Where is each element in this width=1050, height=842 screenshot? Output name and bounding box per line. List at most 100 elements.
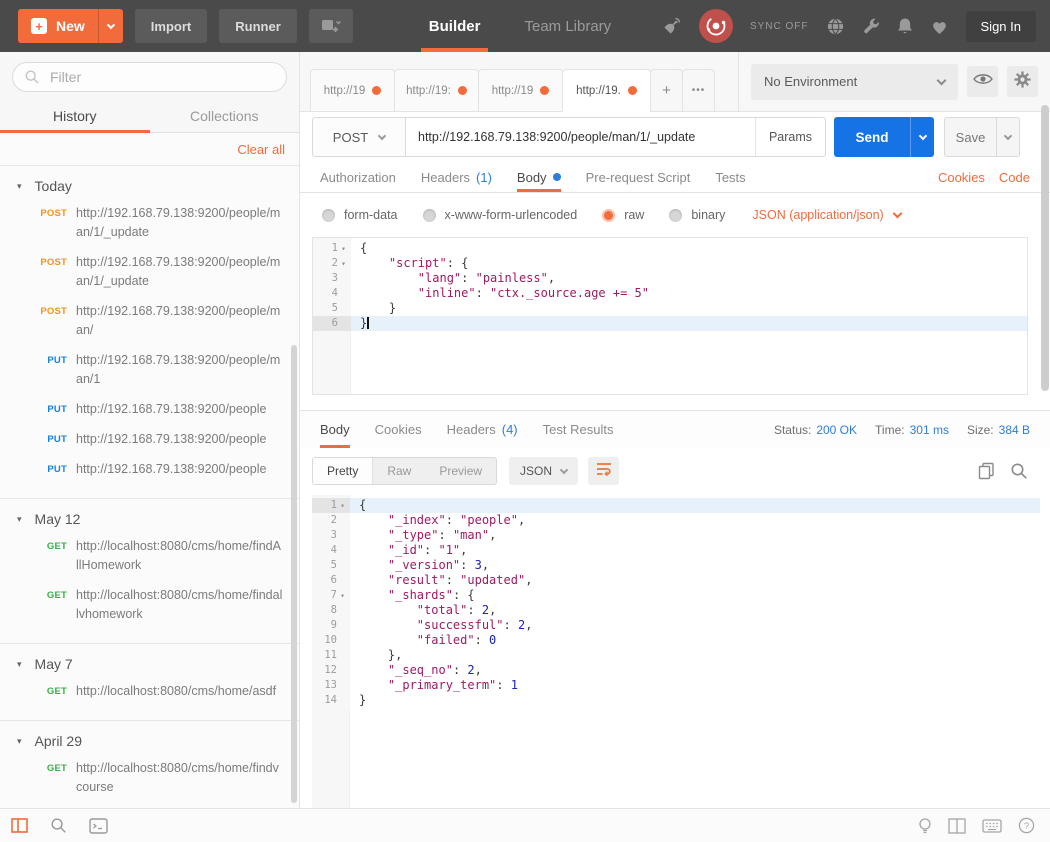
tab-team-library[interactable]: Team Library [524, 0, 611, 52]
sidebar-scrollbar[interactable] [291, 345, 297, 803]
new-window-button[interactable] [309, 9, 353, 43]
request-tab[interactable]: http://19: [394, 69, 479, 112]
code-line[interactable]: 12 "_seq_no": 2, [312, 663, 1040, 678]
request-tab-headers[interactable]: Headers(1) [421, 162, 492, 192]
history-group-header[interactable]: ▾May 7 [0, 644, 299, 677]
sign-in-button[interactable]: Sign In [966, 11, 1036, 42]
toggle-sidebar-button[interactable] [11, 818, 28, 833]
history-item[interactable]: PUThttp://192.168.79.138:9200/people [0, 425, 299, 455]
body-mode-binary[interactable]: binary [669, 208, 725, 222]
save-dropdown-arrow[interactable] [997, 117, 1020, 157]
request-tab-pre-request-script[interactable]: Pre-request Script [586, 162, 691, 192]
global-search-button[interactable] [50, 817, 67, 834]
notifications-bell-icon[interactable] [897, 17, 913, 35]
tab-collections[interactable]: Collections [150, 100, 300, 132]
code-line[interactable]: 2▾ "script": { [313, 256, 1027, 271]
code-line[interactable]: 14} [312, 693, 1040, 708]
history-item[interactable]: GEThttp://localhost:8080/cms/home/findvc… [0, 754, 299, 803]
import-button[interactable]: Import [135, 9, 207, 43]
proxy-satellite-icon[interactable] [662, 16, 682, 36]
code-line[interactable]: 10 "failed": 0 [312, 633, 1040, 648]
filter-input[interactable] [12, 62, 287, 92]
runner-button[interactable]: Runner [219, 9, 297, 43]
request-tab-body[interactable]: Body [517, 162, 561, 192]
view-mode-pretty[interactable]: Pretty [313, 458, 373, 484]
copy-response-button[interactable] [978, 462, 995, 480]
response-tab-test-results[interactable]: Test Results [543, 411, 614, 448]
code-line[interactable]: 1▾{ [313, 241, 1027, 256]
history-item[interactable]: GEThttp://localhost:8080/cms/home/findal… [0, 581, 299, 630]
clear-all-link[interactable]: Clear all [237, 142, 285, 157]
history-item[interactable]: PUThttp://192.168.79.138:9200/people [0, 455, 299, 485]
search-response-button[interactable] [1010, 462, 1028, 480]
code-line[interactable]: 8 "total": 2, [312, 603, 1040, 618]
cookies-link[interactable]: Cookies [938, 170, 985, 185]
code-line[interactable]: 11 }, [312, 648, 1040, 663]
wrench-icon[interactable] [862, 17, 880, 35]
history-item[interactable]: POSThttp://192.168.79.138:9200/people/ma… [0, 199, 299, 248]
new-button[interactable]: + New [18, 9, 123, 43]
new-dropdown-arrow[interactable] [98, 9, 123, 43]
code-line[interactable]: 4 "inline": "ctx._source.age += 5" [313, 286, 1027, 301]
code-line[interactable]: 3 "lang": "painless", [313, 271, 1027, 286]
code-line[interactable]: 6} [313, 316, 1027, 331]
request-body-editor[interactable]: 1▾{2▾ "script": {3 "lang": "painless",4 … [312, 237, 1028, 395]
method-select[interactable]: POST [312, 117, 406, 157]
more-tabs-button[interactable]: ••• [682, 69, 715, 112]
history-item[interactable]: POSThttp://192.168.79.138:9200/people/ma… [0, 297, 299, 346]
code-link[interactable]: Code [999, 170, 1030, 185]
history-item[interactable]: GEThttp://localhost:8080/cms/home/findAl… [0, 532, 299, 581]
code-line[interactable]: 9 "successful": 2, [312, 618, 1040, 633]
code-line[interactable]: 4 "_id": "1", [312, 543, 1040, 558]
environment-quicklook-button[interactable] [967, 66, 998, 97]
code-line[interactable]: 1▾{ [312, 498, 1040, 513]
main-scrollbar[interactable] [1041, 105, 1049, 391]
history-item[interactable]: GEThttp://localhost:8080/cms/home/asdf [0, 677, 299, 707]
body-mode-form-data[interactable]: form-data [322, 208, 398, 222]
url-input[interactable] [406, 118, 755, 156]
history-item[interactable]: PUThttp://192.168.79.138:9200/people/man… [0, 346, 299, 395]
code-line[interactable]: 6 "result": "updated", [312, 573, 1040, 588]
body-mode-x-www-form-urlencoded[interactable]: x-www-form-urlencoded [423, 208, 578, 222]
response-tab-body[interactable]: Body [320, 411, 350, 448]
add-tab-button[interactable]: + [650, 69, 683, 112]
history-group-header[interactable]: ▾Today [0, 166, 299, 199]
console-button[interactable] [89, 818, 108, 834]
request-tab-authorization[interactable]: Authorization [320, 162, 396, 192]
code-line[interactable]: 5 } [313, 301, 1027, 316]
code-line[interactable]: 2 "_index": "people", [312, 513, 1040, 528]
globe-icon[interactable] [826, 17, 845, 36]
request-tab[interactable]: http://19 [478, 69, 563, 112]
response-format-select[interactable]: JSON [509, 457, 578, 485]
two-pane-view-button[interactable] [948, 818, 966, 834]
heart-icon[interactable] [930, 18, 949, 35]
history-group-header[interactable]: ▾April 29 [0, 721, 299, 754]
history-item[interactable]: POSThttp://192.168.79.138:9200/people/ma… [0, 248, 299, 297]
settings-button[interactable] [1007, 66, 1038, 97]
history-item[interactable]: PUThttp://192.168.79.138:9200/people [0, 395, 299, 425]
environment-select[interactable]: No Environment [751, 64, 958, 100]
response-tab-headers[interactable]: Headers(4) [447, 411, 518, 448]
body-mode-raw[interactable]: raw [602, 208, 644, 222]
tab-builder[interactable]: Builder [429, 0, 481, 52]
send-button[interactable]: Send [834, 117, 934, 157]
send-dropdown-arrow[interactable] [910, 117, 934, 157]
request-tab[interactable]: http://19 [310, 69, 395, 112]
code-line[interactable]: 13 "_primary_term": 1 [312, 678, 1040, 693]
code-line[interactable]: 7▾ "_shards": { [312, 588, 1040, 603]
view-mode-preview[interactable]: Preview [425, 458, 496, 484]
history-group-header[interactable]: ▾May 12 [0, 499, 299, 532]
shortcuts-button[interactable] [982, 819, 1002, 833]
response-body-editor[interactable]: 1▾{2 "_index": "people",3 "_type": "man"… [312, 495, 1040, 808]
params-button[interactable]: Params [755, 118, 825, 156]
save-button[interactable]: Save [944, 117, 997, 157]
request-tab-tests[interactable]: Tests [715, 162, 745, 192]
tab-history[interactable]: History [0, 100, 150, 132]
request-tab[interactable]: http://19. [562, 69, 651, 112]
content-type-select[interactable]: JSON (application/json) [752, 208, 900, 222]
tips-button[interactable] [918, 817, 932, 835]
code-line[interactable]: 3 "_type": "man", [312, 528, 1040, 543]
interceptor-icon[interactable] [699, 9, 733, 43]
view-mode-raw[interactable]: Raw [373, 458, 425, 484]
response-tab-cookies[interactable]: Cookies [375, 411, 422, 448]
